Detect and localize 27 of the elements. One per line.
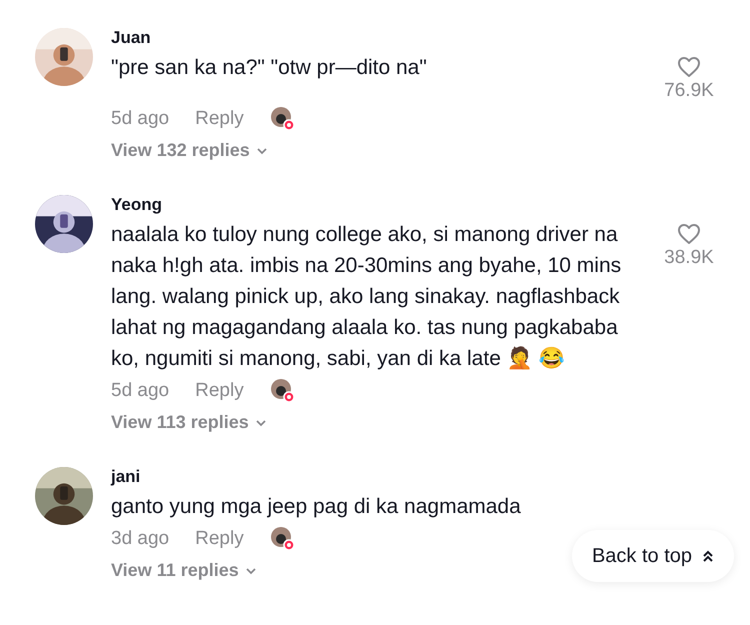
comment-text: ganto yung mga jeep pag di ka nagmamada — [111, 494, 522, 520]
chevron-down-icon[interactable] — [256, 146, 268, 154]
comment-text: "pre san ka na?" "otw pr—dito na" — [111, 55, 428, 81]
reply-link[interactable]: Reply — [195, 380, 244, 402]
like-count: 38.9K — [664, 247, 714, 269]
comment-time: 5d ago — [111, 108, 170, 130]
view-replies-link[interactable]: View 113 replies — [111, 412, 249, 433]
back-to-top-button[interactable]: Back to top — [572, 530, 734, 582]
comment-time: 5d ago — [111, 380, 170, 402]
comment-text: naalala ko tuloy nung college ako, si manong driver na naka h!gh ata. imbis na 20-30mins ang byahe, 10 mins lang. walang pinick up, ako lang sinakay. nagflashback lahat ng magagandang alaala ko. tas nung pagkababa ko, ngumiti si manong, sabi, yan di ka late 🤦 😂 — [111, 222, 622, 372]
chevron-down-icon[interactable] — [254, 418, 267, 426]
view-replies-link[interactable]: View 11 replies — [111, 560, 239, 581]
double-chevron-up-icon — [702, 549, 714, 563]
view-replies-link[interactable]: View 132 replies — [111, 140, 250, 161]
reply-link[interactable]: Reply — [195, 108, 244, 130]
heart-icon[interactable] — [677, 56, 701, 78]
comment-author[interactable]: Yeong — [111, 195, 162, 215]
comment-author[interactable]: jani — [111, 467, 140, 487]
creator-liked-icon — [270, 106, 296, 132]
creator-liked-icon — [270, 526, 296, 552]
reply-link[interactable]: Reply — [195, 528, 244, 550]
chevron-down-icon[interactable] — [244, 566, 257, 574]
comment-time: 3d ago — [111, 528, 170, 550]
comment-author[interactable]: Juan — [111, 28, 151, 48]
creator-liked-icon — [270, 378, 296, 404]
heart-icon[interactable] — [677, 223, 701, 245]
like-count: 76.9K — [664, 80, 714, 102]
